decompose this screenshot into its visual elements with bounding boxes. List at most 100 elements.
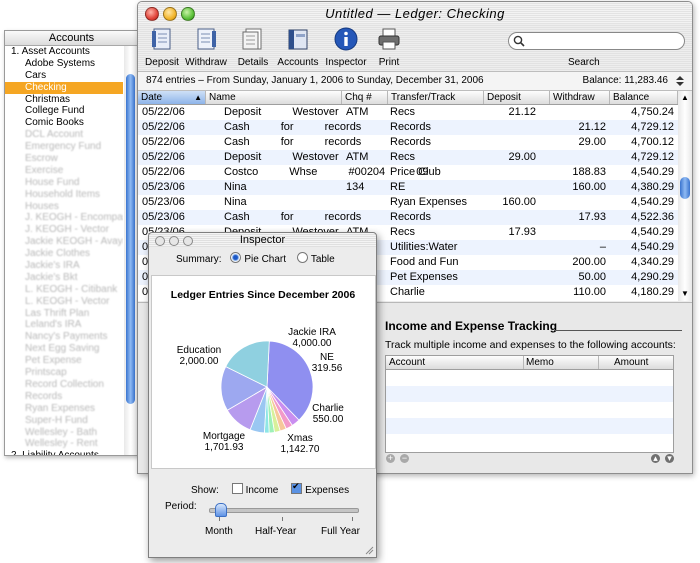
details-button[interactable]: Details	[234, 26, 272, 68]
account-item[interactable]: Jackie's IRA	[5, 260, 123, 272]
account-group[interactable]: 2. Liability Accounts	[5, 450, 123, 455]
ledger-row[interactable]: 05/23/06 Nina Ryan Expenses 160.00 4,540.29	[138, 195, 678, 210]
scroll-up-icon[interactable]: ▲	[681, 93, 689, 102]
pie-chart-radio[interactable]: Pie Chart	[230, 252, 286, 265]
account-item[interactable]: DCL Account	[5, 129, 123, 141]
inspector-title-bar[interactable]: Inspector	[149, 233, 376, 247]
account-item[interactable]: Comic Books	[5, 117, 123, 129]
account-item[interactable]: Wellesley - Bath	[5, 427, 123, 439]
column-withdraw[interactable]: Withdraw	[550, 91, 610, 104]
slice-label: Education	[177, 345, 221, 356]
column-date[interactable]: Date ▲	[138, 91, 206, 104]
column-transfer[interactable]: Transfer/Track	[388, 91, 484, 104]
ledger-row[interactable]: 05/22/06 Cash for records Records 21.12 4,72…	[138, 120, 678, 135]
tracking-column-account[interactable]: Account	[389, 356, 524, 369]
account-item[interactable]: Emergency Fund	[5, 141, 123, 153]
account-item[interactable]: Jackie Clothes	[5, 248, 123, 260]
ledger-row[interactable]: 05/22/06 Deposit Westover ATM Recs 21.12 4,75…	[138, 105, 678, 120]
account-group[interactable]: 1. Asset Accounts	[5, 46, 123, 58]
tracking-row[interactable]	[386, 370, 673, 386]
account-item[interactable]: Leland's IRA	[5, 319, 123, 331]
scroll-down-icon[interactable]: ▼	[681, 289, 689, 298]
tracking-row[interactable]	[386, 418, 673, 434]
account-item[interactable]: Adobe Systems	[5, 58, 123, 70]
ledger-row[interactable]: 05/22/06 Cash for records Records 29.00 4,70…	[138, 135, 678, 150]
remove-track-button[interactable]: −	[400, 454, 409, 463]
account-item[interactable]: Super-H Fund	[5, 415, 123, 427]
ledger-scrollbar[interactable]: ▲ ▼	[678, 91, 692, 301]
account-item[interactable]: Checking	[5, 81, 123, 94]
period-slider-knob[interactable]	[215, 503, 227, 517]
account-item[interactable]: Nancy's Payments	[5, 331, 123, 343]
period-slider-track[interactable]	[209, 508, 359, 513]
inspector-button[interactable]: Inspector	[322, 26, 370, 68]
account-item[interactable]: Next Egg Saving	[5, 343, 123, 355]
details-label: Details	[237, 57, 269, 68]
account-item[interactable]: House Fund	[5, 177, 123, 189]
accounts-scroll-thumb[interactable]	[126, 74, 135, 404]
account-item[interactable]: Christmas	[5, 94, 123, 106]
ledger-scroll-thumb[interactable]	[680, 177, 690, 199]
tracking-row[interactable]	[386, 386, 673, 402]
column-deposit[interactable]: Deposit	[484, 91, 550, 104]
account-item[interactable]: Pet Expense	[5, 355, 123, 367]
inspector-zoom-button[interactable]	[183, 236, 193, 246]
account-item[interactable]: Exercise	[5, 165, 123, 177]
cell-date: 05/23/06	[142, 211, 185, 223]
ledger-row[interactable]: 05/23/06 Nina 134 RE 160.00 4,380.29	[138, 180, 678, 195]
slice-value-label: 550.00	[313, 414, 344, 425]
account-item[interactable]: L. KEOGH - Vector	[5, 296, 123, 308]
add-track-button[interactable]: +	[386, 454, 395, 463]
account-item[interactable]: Las Thrift Plan	[5, 308, 123, 320]
account-item[interactable]: Ryan Expenses	[5, 403, 123, 415]
cell-chq: 134	[346, 181, 365, 193]
table-radio[interactable]: Table	[296, 252, 335, 265]
ledger-row[interactable]: 05/23/06 Cash for records Records 17.93 4,52…	[138, 210, 678, 225]
cell-withdraw: 200.00	[572, 256, 606, 268]
tracking-column-memo[interactable]: Memo	[526, 356, 599, 369]
inspector-minimize-button[interactable]	[169, 236, 179, 246]
search-input[interactable]	[508, 32, 685, 50]
print-button[interactable]: Print	[374, 26, 404, 68]
account-item[interactable]: J. KEOGH - Vector	[5, 224, 123, 236]
pie-chart: Ledger Entries Since December 2006 Jacki…	[171, 289, 356, 455]
ledger-row[interactable]: 05/22/06 Costco Whse #00204 09 Price Club 1…	[138, 165, 678, 180]
account-item[interactable]: Wellesley - Rent	[5, 438, 123, 450]
column-balance[interactable]: Balance	[610, 91, 678, 104]
move-down-button[interactable]: ▾	[665, 454, 674, 463]
account-item[interactable]: College Fund	[5, 105, 123, 117]
column-chq[interactable]: Chq #	[342, 91, 388, 104]
account-item[interactable]: J. KEOGH - Encompass	[5, 212, 123, 224]
withdraw-button[interactable]: Withdraw	[184, 26, 228, 68]
expenses-checkbox[interactable]: Expenses	[291, 481, 349, 496]
account-item[interactable]: Cars	[5, 70, 123, 82]
title-bar[interactable]: Untitled — Ledger: Checking	[138, 2, 692, 24]
resize-grip-icon[interactable]	[364, 545, 374, 555]
tracking-column-amount[interactable]: Amount	[614, 356, 648, 369]
account-item[interactable]: Household Items	[5, 189, 123, 201]
account-item[interactable]: Escrow	[5, 153, 123, 165]
account-item[interactable]: Record Collection	[5, 379, 123, 391]
move-up-button[interactable]: ▴	[651, 454, 660, 463]
stepper-icon[interactable]	[676, 76, 684, 86]
account-item[interactable]: Jackie KEOGH - Avaya	[5, 236, 123, 248]
tracking-row[interactable]	[386, 402, 673, 418]
tracking-row[interactable]	[386, 434, 673, 450]
deposit-button[interactable]: Deposit	[144, 26, 180, 68]
account-item[interactable]: L. KEOGH - Citibank	[5, 284, 123, 296]
cell-balance: 4,522.36	[631, 211, 674, 223]
period-tick	[282, 517, 283, 521]
accounts-scrollbar[interactable]	[124, 46, 137, 455]
inspector-close-button[interactable]	[155, 236, 165, 246]
account-item[interactable]: Houses	[5, 201, 123, 213]
account-item[interactable]: Records	[5, 391, 123, 403]
tracking-table[interactable]: Account Memo Amount	[385, 355, 674, 453]
accounts-button[interactable]: Accounts	[276, 26, 320, 68]
account-item[interactable]: Printscap	[5, 367, 123, 379]
ledger-row[interactable]: 05/22/06 Deposit Westover ATM Recs 29.00 4,72…	[138, 150, 678, 165]
account-item[interactable]: Jackie's Bkt	[5, 272, 123, 284]
column-name[interactable]: Name	[206, 91, 342, 104]
accounts-header[interactable]: Accounts	[5, 31, 138, 46]
tracking-divider	[554, 330, 682, 331]
income-checkbox[interactable]: Income	[231, 483, 278, 496]
